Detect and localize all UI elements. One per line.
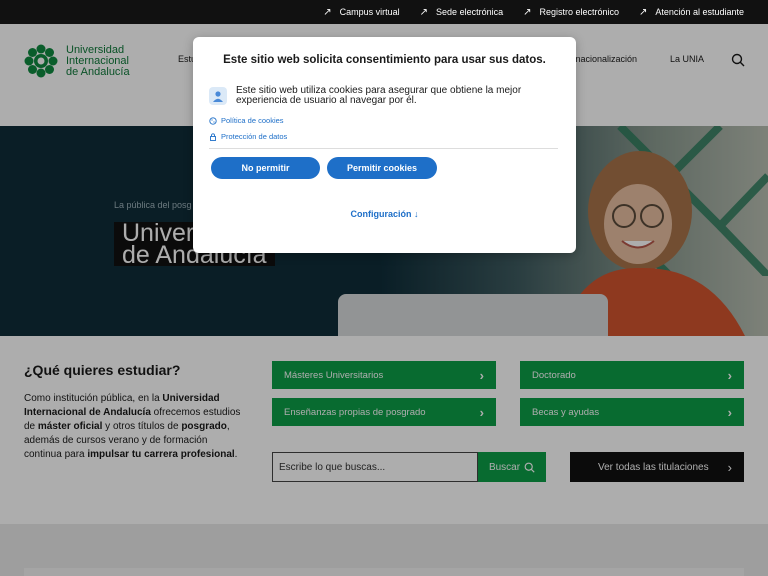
user-icon xyxy=(209,87,227,105)
dialog-divider xyxy=(209,148,558,149)
dialog-message: Este sitio web utiliza cookies para aseg… xyxy=(236,85,522,106)
person-glyph-icon xyxy=(213,91,223,102)
link-label: Registro electrónico xyxy=(539,7,620,17)
campus-virtual-link[interactable]: ↗ Campus virtual xyxy=(323,7,399,18)
link-label: Atención al estudiante xyxy=(655,7,744,17)
external-arrow-icon: ↗ xyxy=(323,6,332,18)
lock-icon xyxy=(210,132,216,141)
dialog-title: Este sitio web solicita consentimiento p… xyxy=(223,54,546,66)
cookie-icon xyxy=(209,116,217,125)
external-arrow-icon: ↗ xyxy=(523,6,532,18)
deny-cookies-button[interactable]: No permitir xyxy=(211,157,320,179)
cookie-policy-link[interactable]: Política de cookies xyxy=(209,116,284,125)
atencion-estudiante-link[interactable]: ↗ Atención al estudiante xyxy=(639,7,744,18)
link-label: Campus virtual xyxy=(339,7,400,17)
external-arrow-icon: ↗ xyxy=(639,6,648,18)
cookie-consent-dialog: Este sitio web solicita consentimiento p… xyxy=(193,37,576,253)
external-arrow-icon: ↗ xyxy=(419,6,429,18)
allow-cookies-button[interactable]: Permitir cookies xyxy=(327,157,437,179)
utility-bar: ↗ Campus virtual ↗ Sede electrónica ↗ Regis… xyxy=(0,0,768,24)
registro-electronico-link[interactable]: ↗ Registro electrónico xyxy=(523,7,619,18)
link-label: Política de cookies xyxy=(221,116,284,125)
link-label: Protección de datos xyxy=(221,132,288,141)
sede-electronica-link[interactable]: ↗ Sede electrónica xyxy=(420,7,503,18)
data-protection-link[interactable]: Protección de datos xyxy=(209,132,287,141)
utility-links: ↗ Campus virtual ↗ Sede electrónica ↗ Regis… xyxy=(323,0,744,24)
settings-toggle[interactable]: Configuración ↓ xyxy=(193,209,576,219)
link-label: Sede electrónica xyxy=(436,7,504,17)
